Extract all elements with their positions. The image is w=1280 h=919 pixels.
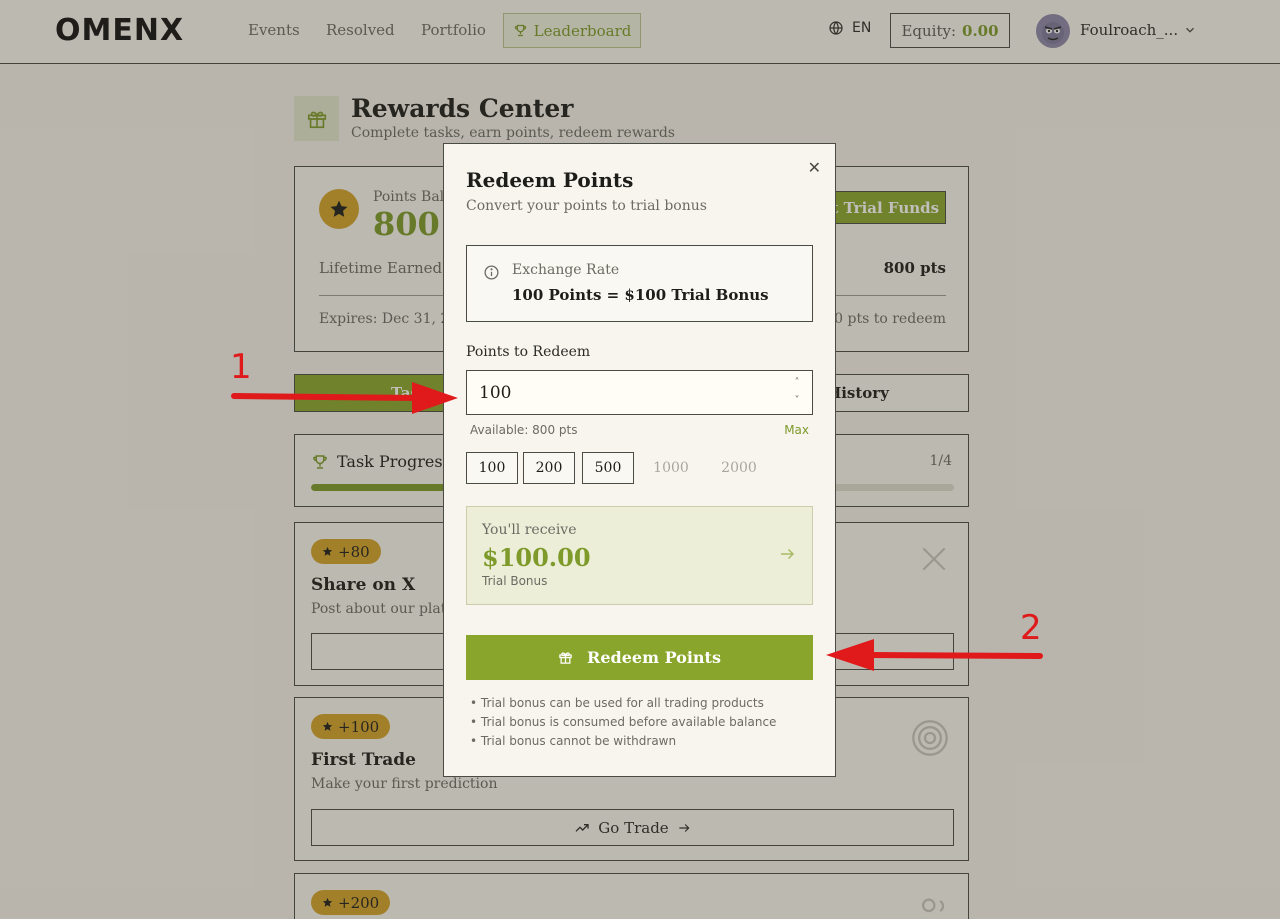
annotation-arrows [231,382,1043,671]
annotation-number-2: 2 [1020,608,1042,648]
annotation-arrow-1 [231,382,458,414]
annotation-arrow-2 [826,639,1043,671]
annotation-number-1: 1 [230,347,252,387]
